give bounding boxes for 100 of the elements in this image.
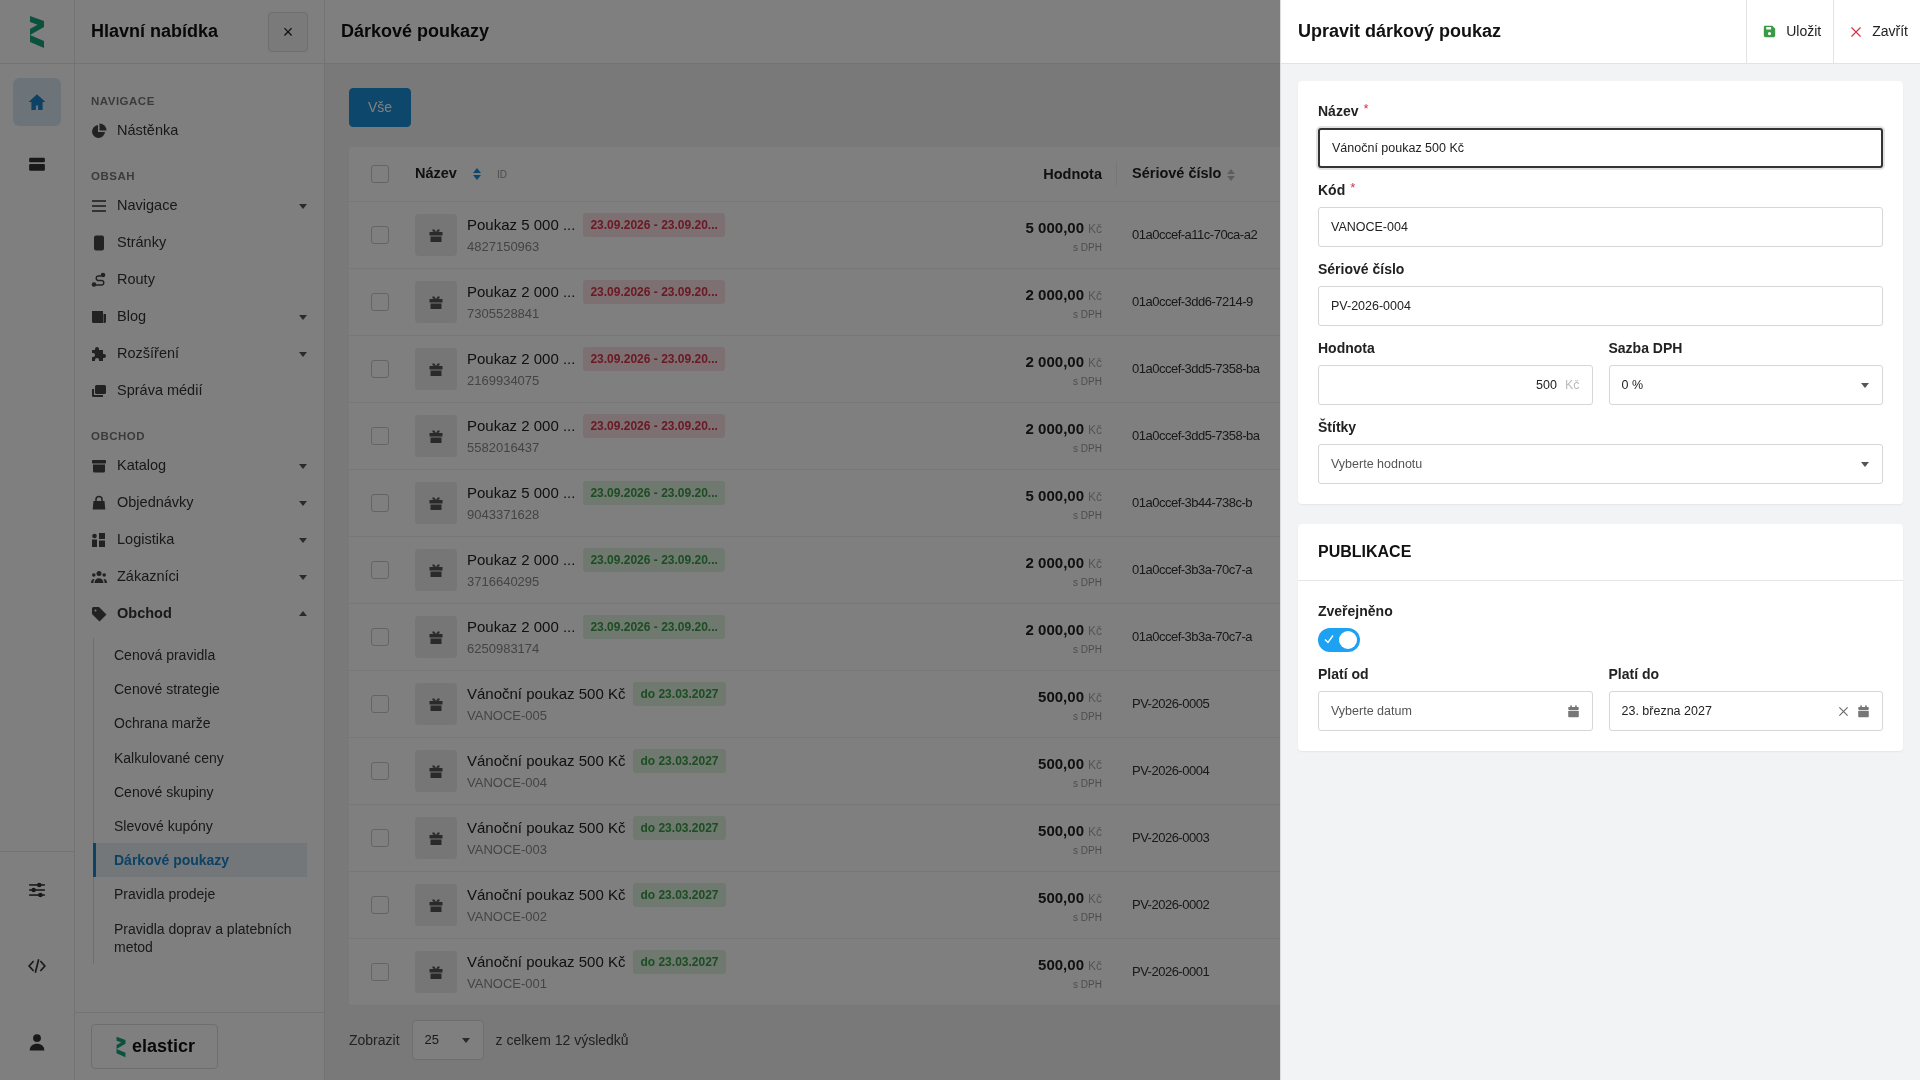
submenu-item[interactable]: Kalkulované ceny <box>94 740 308 775</box>
users-icon <box>91 568 107 585</box>
required-mark: * <box>1363 101 1369 117</box>
voucher-name[interactable]: Poukaz 2 000 ... <box>467 616 576 639</box>
field-label: Sazba DPH <box>1608 339 1683 358</box>
price-value: 500,00 <box>1038 687 1084 705</box>
date-field[interactable]: Vyberte datum <box>1318 691 1593 731</box>
check-icon <box>1324 634 1334 644</box>
field-label: Hodnota <box>1318 339 1375 358</box>
price-value: 2 000,00 <box>1025 620 1084 638</box>
serial-number: 01a0ccef-3dd5-7358-ba <box>1131 360 1261 379</box>
caret-down-icon <box>1860 459 1870 469</box>
input-field[interactable]: VANOCE-004 <box>1318 207 1883 247</box>
field-label: Kód <box>1318 181 1346 200</box>
section-label: OBSAH <box>91 168 137 184</box>
sidebar-item[interactable]: Routy <box>91 261 308 298</box>
sidebar-item[interactable]: Nástěnka <box>91 112 308 149</box>
checkbox[interactable] <box>371 226 389 244</box>
serial-number: PV-2026-0005 <box>1131 695 1211 714</box>
input-field[interactable]: Vánoční poukaz 500 Kč <box>1318 128 1883 168</box>
voucher-id: VANOCE-003 <box>467 841 548 860</box>
price-value: 5 000,00 <box>1025 486 1084 504</box>
checkbox[interactable] <box>371 762 389 780</box>
submenu-item[interactable]: Cenové skupiny <box>94 774 308 809</box>
field-label: Štítky <box>1318 417 1357 437</box>
serial-number: 01a0ccef-3dd6-7214-9 <box>1131 293 1254 312</box>
gift-icon <box>428 897 444 913</box>
submenu-item[interactable]: Pravidla prodeje <box>94 877 308 912</box>
sidebar-item[interactable]: Zákazníci <box>91 558 308 595</box>
sidebar-item[interactable]: Katalog <box>91 447 308 484</box>
gift-icon <box>428 629 444 645</box>
brand-button[interactable]: elasticr <box>91 1024 219 1069</box>
checkbox[interactable] <box>371 829 389 847</box>
checkbox[interactable] <box>371 494 389 512</box>
checkbox[interactable] <box>371 360 389 378</box>
submenu-item[interactable]: Ochrana marže <box>94 706 308 741</box>
column-header[interactable]: Sériové číslo <box>1132 165 1222 182</box>
submenu-item[interactable]: Slevové kupóny <box>94 808 308 844</box>
voucher-name[interactable]: Poukaz 2 000 ... <box>467 549 576 572</box>
checkbox[interactable] <box>371 896 389 914</box>
checkbox[interactable] <box>371 561 389 579</box>
checkbox[interactable] <box>371 695 389 713</box>
sidebar-item[interactable]: Stránky <box>91 224 308 261</box>
voucher-name[interactable]: Vánoční poukaz 500 Kč <box>467 683 626 706</box>
page-size-select[interactable]: 25 <box>411 1020 484 1060</box>
voucher-id: 3716640295 <box>467 573 541 592</box>
sidebar-item[interactable]: Navigace <box>91 187 308 224</box>
voucher-name[interactable]: Vánoční poukaz 500 Kč <box>467 750 626 773</box>
checkbox[interactable] <box>371 293 389 311</box>
select-field[interactable]: 0 % <box>1608 365 1883 405</box>
sidebar-item[interactable]: Blog <box>91 298 308 335</box>
sidebar-item[interactable]: Objednávky <box>91 484 308 521</box>
input-field[interactable]: 500 Kč <box>1318 365 1593 405</box>
select-field[interactable]: Vyberte hodnotu <box>1318 444 1883 484</box>
close-button[interactable]: × <box>268 11 308 52</box>
sidebar-item[interactable]: Rozšíření <box>91 335 308 372</box>
column-header[interactable]: Název <box>415 163 457 185</box>
modal-backdrop[interactable] <box>0 0 1280 1080</box>
filter-tab[interactable]: Vše <box>349 88 412 127</box>
sidebar-item[interactable]: Logistika <box>91 521 308 558</box>
voucher-name[interactable]: Vánoční poukaz 500 Kč <box>467 951 626 974</box>
sidebar-item[interactable]: Správa médií <box>91 372 308 409</box>
checkbox[interactable] <box>371 165 389 183</box>
voucher-name[interactable]: Vánoční poukaz 500 Kč <box>467 884 626 907</box>
submenu-item[interactable]: Pravidla doprav a platebních metod <box>94 911 308 964</box>
required-mark: * <box>1350 180 1356 196</box>
checkbox[interactable] <box>371 427 389 445</box>
checkbox[interactable] <box>371 963 389 981</box>
date-field[interactable]: 23. března 2027 <box>1608 691 1883 731</box>
home-button[interactable] <box>13 78 61 126</box>
voucher-name[interactable]: Vánoční poukaz 500 Kč <box>467 817 626 840</box>
voucher-id: 9043371628 <box>467 506 541 525</box>
price-value: 500,00 <box>1038 955 1084 973</box>
voucher-id: 6250983174 <box>467 640 541 659</box>
close-icon <box>1838 705 1849 717</box>
input-field[interactable]: PV-2026-0004 <box>1318 286 1883 326</box>
sidebar-item[interactable]: Obchod <box>91 595 308 632</box>
gift-icon <box>428 830 444 846</box>
checkbox[interactable] <box>371 628 389 646</box>
date-badge: 23.09.2026 - 23.09.20... <box>583 280 725 305</box>
date-badge: do 23.03.2027 <box>633 749 726 774</box>
voucher-name[interactable]: Poukaz 2 000 ... <box>467 348 576 371</box>
serial-number: 01a0ccef-3b3a-70c7-a <box>1131 628 1254 647</box>
voucher-id: 4827150963 <box>467 238 541 257</box>
voucher-name[interactable]: Poukaz 5 000 ... <box>467 482 576 505</box>
date-badge: 23.09.2026 - 23.09.20... <box>583 481 725 506</box>
logo-icon <box>114 1035 128 1058</box>
serial-number: 01a0ccef-3b3a-70c7-a <box>1131 561 1254 580</box>
voucher-name[interactable]: Poukaz 2 000 ... <box>467 415 576 438</box>
voucher-name[interactable]: Poukaz 2 000 ... <box>467 281 576 304</box>
route-icon <box>91 271 107 288</box>
submenu-item[interactable]: Cenová pravidla <box>94 638 308 673</box>
serial-number: PV-2026-0004 <box>1131 762 1211 781</box>
sliders-icon <box>28 881 46 899</box>
toggle-switch[interactable] <box>1318 628 1360 652</box>
submenu-item[interactable]: Cenové strategie <box>94 672 308 707</box>
page-title: Dárkové poukazy <box>341 20 490 43</box>
date-badge: do 23.03.2027 <box>633 950 726 975</box>
voucher-name[interactable]: Poukaz 5 000 ... <box>467 214 576 237</box>
column-header[interactable]: Hodnota <box>1043 166 1102 182</box>
